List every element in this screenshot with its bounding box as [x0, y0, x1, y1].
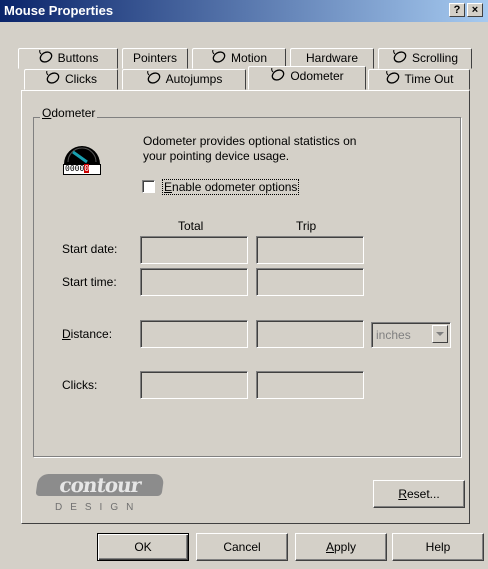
distance-trip-field	[256, 320, 364, 348]
tab-label: Time Out	[404, 72, 454, 86]
odometer-icon: 00000	[62, 138, 102, 179]
start-date-trip-field	[256, 236, 364, 264]
start-time-total-field	[140, 268, 248, 296]
reset-button[interactable]: Reset...	[373, 480, 465, 508]
enable-odometer-checkbox[interactable]	[142, 180, 155, 193]
help-button[interactable]: ?	[449, 3, 465, 17]
clicks-total-field	[140, 371, 248, 399]
tab-label: Motion	[230, 51, 268, 65]
tab-label: Hardware	[305, 51, 359, 65]
odometer-description: Odometer provides optional statistics on…	[143, 134, 357, 163]
tab-clicks[interactable]: Clicks	[24, 69, 118, 90]
logo-subtitle: DESIGN	[55, 502, 142, 513]
tab-odometer[interactable]: Odometer	[248, 66, 366, 90]
close-button[interactable]: ×	[467, 3, 483, 17]
start-date-total-field	[140, 236, 248, 264]
chevron-down-icon	[436, 332, 444, 336]
tab-label: Pointers	[132, 51, 178, 65]
distance-units-dropdown[interactable]: inches	[371, 322, 451, 348]
tab-label: Scrolling	[411, 51, 459, 65]
mouse-icon	[385, 70, 401, 91]
ok-button[interactable]: OK	[97, 533, 189, 561]
start-time-label: Start time:	[62, 275, 117, 289]
clicks-trip-field	[256, 371, 364, 399]
odometer-group-label: Odometer	[40, 106, 98, 120]
tab-label: Clicks	[65, 72, 97, 86]
help-footer-button[interactable]: Help	[392, 533, 484, 561]
column-trip-header: Trip	[296, 219, 317, 233]
start-time-trip-field	[256, 268, 364, 296]
tab-time-out[interactable]: Time Out	[368, 69, 470, 90]
distance-total-field	[140, 320, 248, 348]
clicks-label: Clicks:	[62, 378, 98, 392]
logo-wordmark: contour	[35, 473, 165, 497]
odometer-counter-digits: 0000	[65, 164, 85, 173]
start-date-label: Start date:	[62, 242, 118, 256]
enable-odometer-label[interactable]: Enable odometer options	[162, 179, 300, 195]
tab-label: Buttons	[57, 51, 99, 65]
dropdown-button[interactable]	[432, 325, 448, 343]
mouse-icon	[146, 70, 162, 91]
title-bar[interactable]: Mouse Properties ? ×	[0, 0, 488, 22]
distance-units-value: inches	[376, 328, 411, 342]
mouse-icon	[38, 49, 54, 70]
apply-button[interactable]: Apply	[295, 533, 387, 561]
mouse-icon	[211, 49, 227, 70]
tab-pointers[interactable]: Pointers	[122, 48, 188, 69]
column-total-header: Total	[178, 219, 204, 233]
mouse-icon	[45, 70, 61, 91]
distance-label: Distance:	[62, 327, 113, 341]
tab-buttons[interactable]: Buttons	[18, 48, 118, 69]
cancel-button[interactable]: Cancel	[196, 533, 288, 561]
tab-label: Autojumps	[165, 72, 223, 86]
tab-autojumps[interactable]: Autojumps	[122, 69, 246, 90]
mouse-icon	[392, 49, 408, 70]
mouse-properties-window: Mouse Properties ? × Buttons Pointers Mo…	[0, 0, 488, 569]
odometer-counter-last-digit: 0	[84, 164, 90, 173]
tab-scrolling[interactable]: Scrolling	[378, 48, 472, 69]
mouse-icon	[270, 67, 286, 88]
contour-design-logo: contour DESIGN	[35, 473, 167, 522]
tab-label: Odometer	[290, 69, 344, 83]
window-title: Mouse Properties	[4, 3, 114, 18]
